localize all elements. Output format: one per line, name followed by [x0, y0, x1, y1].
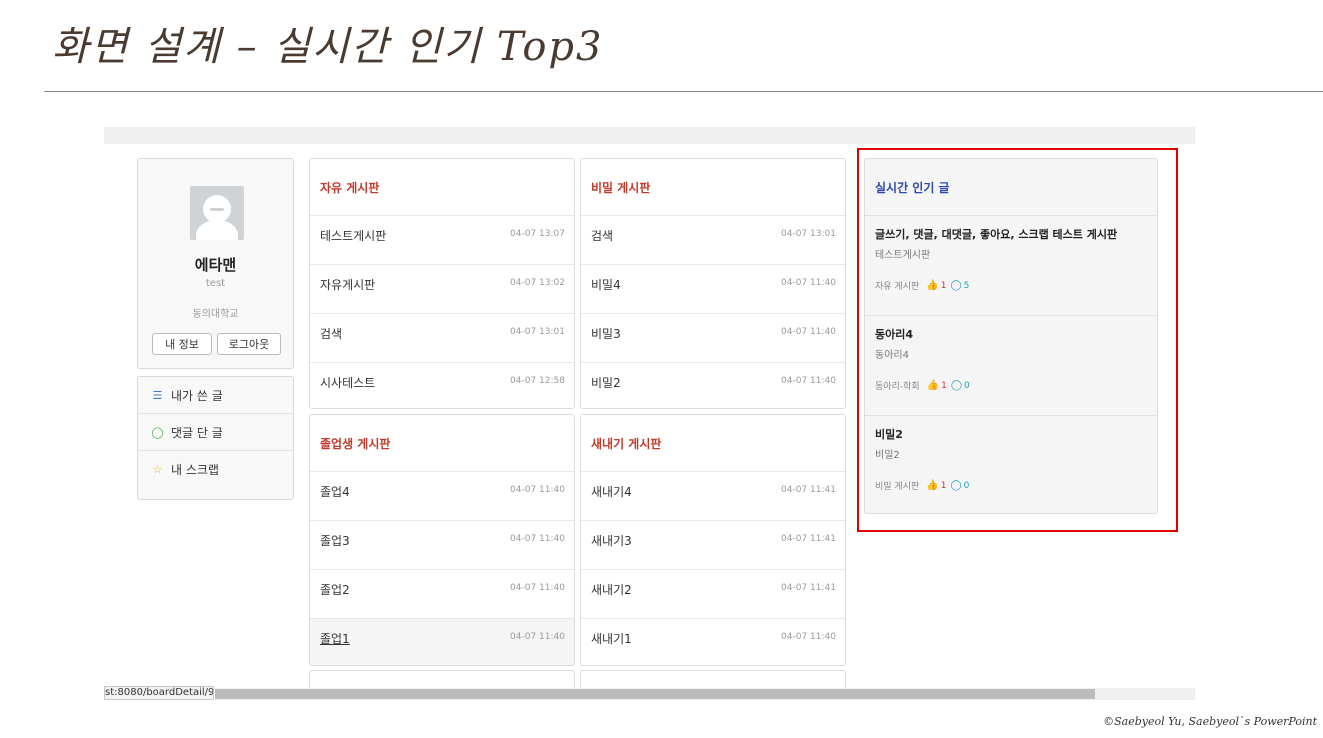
- board-graduates: 졸업생 게시판 졸업4 04-07 11:40 졸업3 04-07 11:40 …: [309, 414, 575, 666]
- post-title[interactable]: 졸업3: [320, 532, 350, 549]
- profile-name: 에타맨: [194, 256, 237, 274]
- my-info-button[interactable]: 내 정보: [152, 333, 212, 355]
- post-row[interactable]: 새내기1 04-07 11:40: [581, 618, 845, 665]
- post-date: 04-07 13:01: [510, 327, 565, 337]
- post-title[interactable]: 새내기3: [591, 532, 632, 549]
- menu-item-label: 내가 쓴 글: [171, 389, 223, 403]
- slide-title: 화면 설계 – 실시간 인기 Top3: [52, 24, 604, 70]
- post-date: 04-07 11:40: [510, 632, 565, 642]
- post-title[interactable]: 비밀3: [591, 325, 621, 342]
- board-freshmen: 새내기 게시판 새내기4 04-07 11:41 새내기3 04-07 11:4…: [580, 414, 846, 666]
- side-menu: ☰ 내가 쓴 글 ◯ 댓글 단 글 ☆ 내 스크랩: [137, 376, 294, 500]
- post-row[interactable]: 검색 04-07 13:01: [310, 313, 574, 362]
- post-date: 04-07 11:41: [781, 485, 836, 495]
- comment-icon: ◯: [151, 426, 164, 439]
- board-title[interactable]: 졸업생 게시판: [320, 435, 390, 452]
- board-card-partial: [309, 670, 575, 690]
- profile-id: test: [205, 278, 226, 289]
- post-title[interactable]: 새내기4: [591, 483, 632, 500]
- post-row[interactable]: 새내기4 04-07 11:41: [581, 471, 845, 520]
- menu-item-my-scraps[interactable]: ☆ 내 스크랩: [138, 451, 293, 488]
- post-title[interactable]: 졸업2: [320, 581, 350, 598]
- menu-item-label: 댓글 단 글: [171, 426, 223, 440]
- post-date: 04-07 11:40: [781, 632, 836, 642]
- scrollbar-thumb[interactable]: [215, 689, 1095, 699]
- post-title[interactable]: 새내기1: [591, 630, 632, 647]
- horizontal-scrollbar[interactable]: [215, 688, 1195, 700]
- menu-item-label: 내 스크랩: [171, 463, 219, 477]
- board-title[interactable]: 비밀 게시판: [591, 179, 650, 196]
- post-title[interactable]: 졸업1: [320, 630, 350, 647]
- menu-item-my-posts[interactable]: ☰ 내가 쓴 글: [138, 377, 293, 414]
- board-free: 자유 게시판 테스트게시판 04-07 13:07 자유게시판 04-07 13…: [309, 158, 575, 409]
- post-date: 04-07 11:41: [781, 583, 836, 593]
- avatar: [190, 186, 244, 240]
- post-row[interactable]: 새내기2 04-07 11:41: [581, 569, 845, 618]
- post-title[interactable]: 검색: [591, 227, 613, 244]
- board-secret: 비밀 게시판 검색 04-07 13:01 비밀4 04-07 11:40 비밀…: [580, 158, 846, 409]
- post-title[interactable]: 시사테스트: [320, 374, 375, 391]
- post-date: 04-07 11:40: [781, 376, 836, 386]
- title-divider: [44, 91, 1323, 92]
- post-date: 04-07 11:41: [781, 534, 836, 544]
- post-row[interactable]: 검색 04-07 13:01: [581, 215, 845, 264]
- menu-item-my-comments[interactable]: ◯ 댓글 단 글: [138, 414, 293, 451]
- post-date: 04-07 11:40: [510, 534, 565, 544]
- post-row[interactable]: 비밀4 04-07 11:40: [581, 264, 845, 313]
- post-row[interactable]: 새내기3 04-07 11:41: [581, 520, 845, 569]
- post-row[interactable]: 자유게시판 04-07 13:02: [310, 264, 574, 313]
- profile-school: 동의대학교: [192, 309, 239, 320]
- post-title[interactable]: 검색: [320, 325, 342, 342]
- post-date: 04-07 11:40: [781, 327, 836, 337]
- board-card-partial: [580, 670, 846, 690]
- board-title[interactable]: 자유 게시판: [320, 179, 379, 196]
- browser-top-strip: [104, 127, 1195, 144]
- post-title[interactable]: 자유게시판: [320, 276, 375, 293]
- post-date: 04-07 13:07: [510, 229, 565, 239]
- status-bar-url: st:8080/boardDetail/9: [104, 686, 214, 700]
- copyright-note: ©Saebyeol Yu, Saebyeol`s PowerPoint: [1103, 715, 1317, 728]
- post-title[interactable]: 비밀2: [591, 374, 621, 391]
- post-date: 04-07 11:40: [781, 278, 836, 288]
- board-title[interactable]: 새내기 게시판: [591, 435, 661, 452]
- post-row[interactable]: 테스트게시판 04-07 13:07: [310, 215, 574, 264]
- post-date: 04-07 12:58: [510, 376, 565, 386]
- post-title[interactable]: 새내기2: [591, 581, 632, 598]
- star-icon: ☆: [152, 463, 163, 476]
- post-date: 04-07 11:40: [510, 485, 565, 495]
- post-row[interactable]: 시사테스트 04-07 12:58: [310, 362, 574, 408]
- post-title[interactable]: 테스트게시판: [320, 227, 386, 244]
- post-row[interactable]: 졸업2 04-07 11:40: [310, 569, 574, 618]
- post-row[interactable]: 졸업4 04-07 11:40: [310, 471, 574, 520]
- post-row[interactable]: 졸업1 04-07 11:40: [310, 618, 574, 665]
- list-icon: ☰: [152, 389, 163, 402]
- post-date: 04-07 11:40: [510, 583, 565, 593]
- profile-card: 에타맨 test 동의대학교 내 정보 로그아웃: [137, 158, 294, 369]
- post-row[interactable]: 졸업3 04-07 11:40: [310, 520, 574, 569]
- post-title[interactable]: 비밀4: [591, 276, 621, 293]
- post-date: 04-07 13:01: [781, 229, 836, 239]
- logout-button[interactable]: 로그아웃: [217, 333, 281, 355]
- post-title[interactable]: 졸업4: [320, 483, 350, 500]
- post-row[interactable]: 비밀2 04-07 11:40: [581, 362, 845, 408]
- post-date: 04-07 13:02: [510, 278, 565, 288]
- post-row[interactable]: 비밀3 04-07 11:40: [581, 313, 845, 362]
- highlight-box: [857, 148, 1178, 532]
